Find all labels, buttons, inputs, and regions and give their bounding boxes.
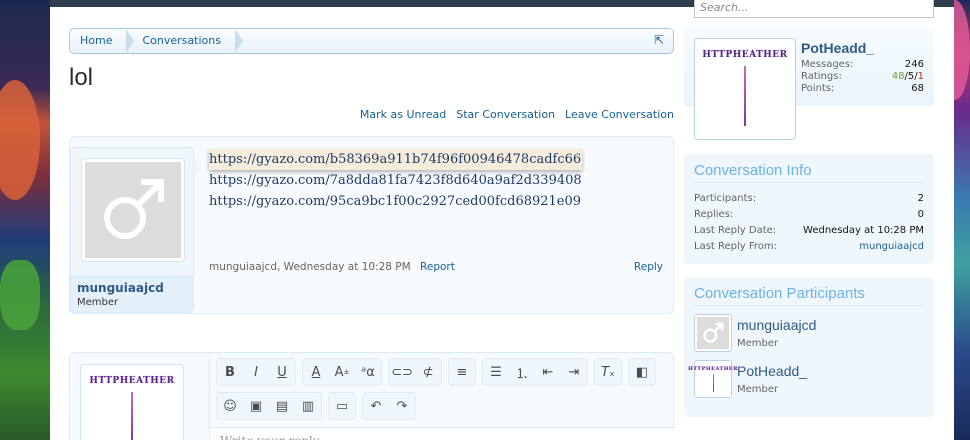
message-author[interactable]: munguiaajcd: [77, 281, 187, 295]
leave-conversation-link[interactable]: Leave Conversation: [565, 108, 674, 121]
editor-toolbar-row-2: ☺ ▣ ▤ ▥ ▭ ↶ ↷: [210, 389, 420, 423]
points-value[interactable]: 68: [911, 83, 924, 95]
breadcrumb-home[interactable]: Home: [70, 29, 136, 53]
underline-icon[interactable]: U: [269, 359, 295, 385]
participant-name[interactable]: PotHeadd_: [737, 363, 807, 379]
conversation-actions: Mark as Unread Star Conversation Leave C…: [360, 108, 674, 121]
redo-icon[interactable]: ↷: [389, 393, 415, 419]
message-author-title: Member: [77, 297, 119, 308]
link-icon[interactable]: ⊂⊃: [389, 359, 415, 385]
background-art-left: [0, 0, 50, 440]
insert-icon[interactable]: ▥: [295, 393, 321, 419]
participant-name[interactable]: munguiaajcd: [737, 317, 816, 333]
conversation-info-title: Conversation Info: [694, 162, 924, 183]
last-reply-from-label: Last Reply From:: [694, 241, 778, 252]
bold-icon[interactable]: B: [217, 359, 243, 385]
replies-count: 0: [917, 209, 924, 220]
jump-to-icon[interactable]: ⇱: [654, 34, 667, 47]
visitor-avatar[interactable]: HTTPHEATHER: [694, 38, 796, 140]
visitor-avatar-logo: HTTPHEATHER: [702, 50, 788, 60]
star-conversation-link[interactable]: Star Conversation: [456, 108, 555, 121]
media-icon[interactable]: ▤: [269, 393, 295, 419]
visitor-name[interactable]: PotHeadd_: [801, 40, 874, 56]
message-user-block: munguiaajcd Member: [70, 147, 194, 313]
indent-icon[interactable]: ⇥: [561, 359, 587, 385]
message-meta: munguiaajcd, Wednesday at 10:28 PM Repor…: [209, 261, 455, 273]
message-link-3[interactable]: https://gyazo.com/95ca9bc1f00c2927ced00f…: [209, 191, 582, 212]
messages-label: Messages:: [801, 59, 854, 70]
participant-title: Member: [737, 384, 779, 395]
points-label: Points:: [801, 83, 835, 94]
breadcrumb: Home Conversations ⇱: [69, 28, 674, 54]
participant-title: Member: [737, 338, 779, 349]
reply-link[interactable]: Reply: [634, 261, 663, 273]
conversation-info-panel: Conversation Info Participants: 2 Replies…: [684, 154, 934, 264]
last-reply-date: Wednesday at 10:28 PM: [803, 225, 924, 236]
participants-count: 2: [917, 193, 924, 204]
numbered-list-icon[interactable]: ⒈: [509, 359, 535, 385]
message-link-2[interactable]: https://gyazo.com/7a8dda81fa7423f8d640a9…: [209, 170, 582, 191]
avatar-logo-text: HTTPHEATHER: [89, 376, 175, 386]
save-draft-icon[interactable]: ▭: [329, 393, 355, 419]
participants-panel: Conversation Participants munguiaajcd Me…: [684, 277, 934, 417]
smilies-icon[interactable]: ☺: [217, 393, 243, 419]
visitor-panel: HTTPHEATHER PotHeadd_ Messages: 246 Ratin…: [684, 28, 934, 140]
report-link[interactable]: Report: [420, 261, 455, 273]
quick-reply: HTTPHEATHER B I U A A ± ᵃα ⊂⊃ ⊄ ≡ ☰ ⒈ ⇤ …: [69, 352, 676, 440]
outdent-icon[interactable]: ⇤: [535, 359, 561, 385]
remove-format-icon[interactable]: Tₓ: [595, 359, 621, 385]
avatar[interactable]: HTTPHEATHER: [80, 364, 184, 440]
image-icon[interactable]: ▣: [243, 393, 269, 419]
align-left-icon[interactable]: ≡: [449, 359, 475, 385]
last-reply-from[interactable]: munguiaajcd: [859, 239, 924, 255]
replies-label: Replies:: [694, 209, 734, 220]
participant-avatar-logo: HTTPHEATHER: [688, 366, 738, 372]
messages-count[interactable]: 246: [905, 59, 924, 71]
participant-item: HTTPHEATHER PotHeadd_ Member: [688, 360, 924, 406]
font-family-icon[interactable]: ᵃα: [355, 359, 381, 385]
bullet-list-icon[interactable]: ☰: [483, 359, 509, 385]
mark-unread-link[interactable]: Mark as Unread: [360, 108, 446, 121]
avatar[interactable]: [694, 314, 732, 352]
ratings-label: Ratings:: [801, 71, 842, 82]
message-meta-author[interactable]: munguiaajcd: [209, 261, 277, 273]
avatar[interactable]: [81, 158, 185, 262]
ratings-value: 48/5/1: [891, 71, 924, 82]
participant-item: munguiaajcd Member: [694, 314, 924, 360]
undo-icon[interactable]: ↶: [363, 393, 389, 419]
page-content: Home Conversations ⇱ lol Mark as Unread …: [50, 0, 954, 440]
male-avatar-icon: [697, 317, 729, 349]
message-meta-time[interactable]: , Wednesday at 10:28 PM: [277, 261, 411, 273]
font-size-icon[interactable]: A ±: [329, 359, 355, 385]
search-input[interactable]: Search...: [694, 0, 934, 18]
male-avatar-icon: [85, 162, 181, 258]
avatar[interactable]: HTTPHEATHER: [688, 360, 737, 398]
unlink-icon[interactable]: ⊄: [415, 359, 441, 385]
message: munguiaajcd Member https://gyazo.com/b58…: [69, 136, 674, 314]
page-title: lol: [69, 64, 94, 91]
toggle-bbcode-icon[interactable]: ◧: [629, 359, 655, 385]
message-link-1[interactable]: https://gyazo.com/b58369a911b74f96f00946…: [209, 149, 582, 170]
last-reply-date-label: Last Reply Date:: [694, 225, 777, 236]
message-body: https://gyazo.com/b58369a911b74f96f00946…: [209, 149, 582, 212]
editor-toolbar-row-1: B I U A A ± ᵃα ⊂⊃ ⊄ ≡ ☰ ⒈ ⇤ ⇥ T ₓ ◧: [210, 355, 660, 389]
italic-icon[interactable]: I: [243, 359, 269, 385]
reply-textarea[interactable]: Write your reply...: [210, 427, 676, 440]
visitor-stats: Messages: 246 Ratings: 48/5/1 Points: 68: [801, 59, 924, 95]
participants-label: Participants:: [694, 193, 757, 204]
participants-title: Conversation Participants: [694, 285, 924, 306]
text-color-icon[interactable]: A: [303, 359, 329, 385]
breadcrumb-conversations[interactable]: Conversations: [126, 29, 244, 53]
reply-editor: B I U A A ± ᵃα ⊂⊃ ⊄ ≡ ☰ ⒈ ⇤ ⇥ T ₓ ◧ ☺ ▣ …: [209, 353, 676, 440]
